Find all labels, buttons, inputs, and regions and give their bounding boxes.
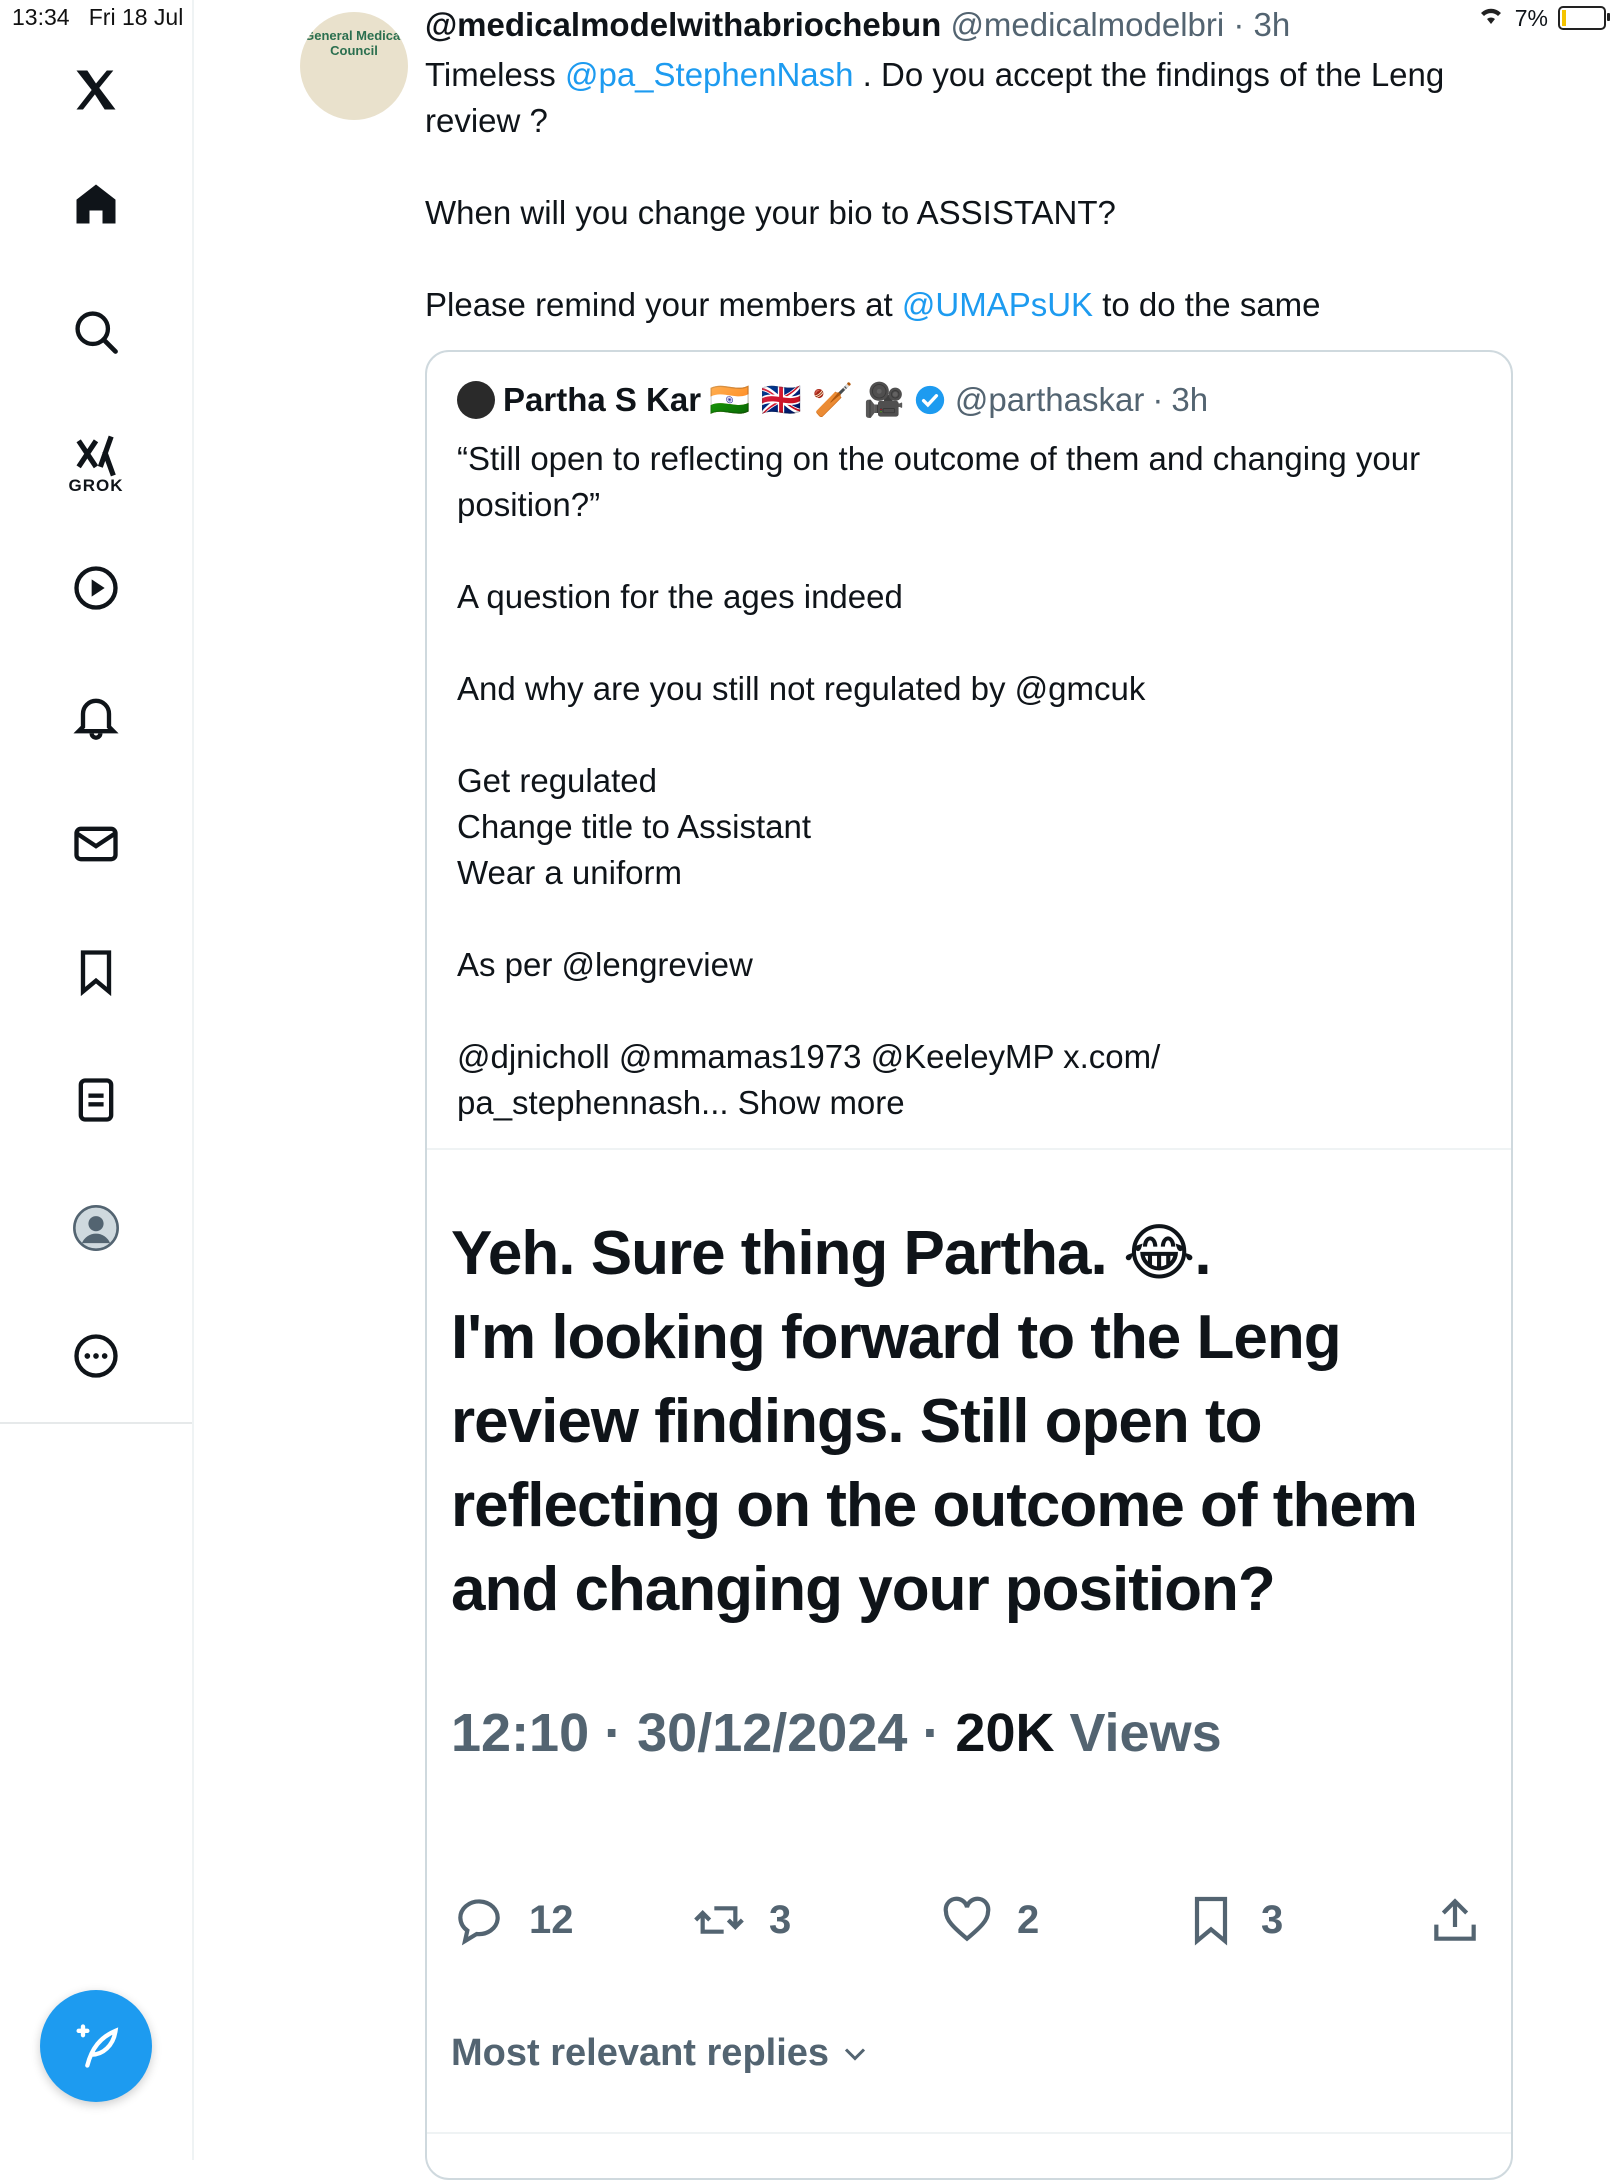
tweet-text-segment: to do the same — [1093, 286, 1321, 323]
share-button[interactable] — [1427, 1892, 1483, 1948]
timestamp-time: 12:10 — [451, 1703, 590, 1763]
reply-icon — [458, 1899, 500, 1946]
sidebar: GROK — [0, 0, 194, 2160]
quote-text: “Still open to reflecting on the outcome… — [457, 436, 1477, 1126]
sidebar-divider — [0, 1422, 192, 1424]
sort-label: Most relevant replies — [451, 2032, 830, 2074]
messages-icon[interactable] — [40, 788, 152, 900]
wifi-icon — [1477, 4, 1505, 32]
grok-label: GROK — [68, 476, 124, 495]
timestamp-date: 30/12/2024 — [637, 1703, 908, 1763]
like-button[interactable]: 2 — [939, 1892, 1039, 1948]
author-avatar[interactable]: General Medical Council — [300, 12, 408, 120]
quote-author-handle[interactable]: @parthaskar — [955, 381, 1144, 419]
quote-avatar[interactable] — [457, 381, 495, 419]
x-logo-icon[interactable] — [40, 34, 152, 146]
lists-icon[interactable] — [40, 1044, 152, 1156]
status-icons: 7% — [1477, 4, 1610, 32]
quote-name-emojis: 🇮🇳 🇬🇧 🏏 🎥 — [709, 380, 905, 419]
quote-time: 3h — [1171, 381, 1209, 418]
tweet-timestamp: 12:10 · 30/12/2024 · 20K Views — [451, 1703, 1222, 1763]
video-icon[interactable] — [40, 532, 152, 644]
quote-line: “Still open to reflecting on the outcome… — [457, 440, 1421, 523]
battery-percent: 7% — [1514, 4, 1548, 31]
profile-avatar-icon[interactable] — [40, 1172, 152, 1284]
focused-tweet-line: Yeh. Sure thing Partha. 😂. — [451, 1219, 1212, 1288]
like-count: 2 — [1017, 1897, 1040, 1942]
quote-line: Wear a uniform — [457, 854, 682, 891]
tweet-header: @medicalmodelwithabriochebun @medicalmod… — [425, 6, 1291, 43]
notifications-icon[interactable] — [40, 660, 152, 772]
quote-line: And why are you still not regulated by @… — [457, 670, 1146, 707]
quote-show-more[interactable]: pa_stephennash... Show more — [457, 1080, 1477, 1126]
bookmarks-icon[interactable] — [40, 916, 152, 1028]
tweet-text: Timeless @pa_StephenNash . Do you accept… — [425, 52, 1485, 328]
focused-tweet-text: Yeh. Sure thing Partha. 😂. I'm looking f… — [451, 1212, 1491, 1632]
author-handle[interactable]: @medicalmodelbri — [950, 6, 1224, 43]
bookmark-icon — [1194, 1896, 1228, 1946]
quote-line: @djnicholl @mmamas1973 @KeeleyMP x.com/ — [457, 1038, 1161, 1075]
more-icon[interactable] — [40, 1300, 152, 1412]
bookmark-count: 3 — [1261, 1897, 1284, 1942]
battery-icon — [1558, 6, 1610, 30]
quote-divider — [427, 1148, 1511, 1150]
compose-button[interactable] — [40, 1990, 152, 2102]
mention-link[interactable]: @pa_StephenNash — [565, 56, 854, 93]
repost-count: 3 — [769, 1897, 792, 1942]
quote-author-name[interactable]: Partha S Kar — [503, 381, 701, 419]
repost-icon — [694, 1906, 744, 1934]
quote-header: Partha S Kar 🇮🇳 🇬🇧 🏏 🎥 @parthaskar · 3h — [457, 380, 1208, 420]
views-count: 20K — [955, 1703, 1055, 1763]
quote-line: Change title to Assistant — [457, 808, 812, 845]
quote-line: A question for the ages indeed — [457, 578, 903, 615]
quote-line: Get regulated — [457, 762, 657, 799]
replies-divider — [427, 2132, 1511, 2134]
replies-sort-dropdown[interactable]: Most relevant replies — [451, 2032, 873, 2075]
focused-tweet-line: I'm looking forward to the Leng review f… — [451, 1303, 1418, 1624]
author-name[interactable]: @medicalmodelwithabriochebun — [425, 6, 941, 43]
tweet-text-segment: Please remind your members at — [425, 286, 902, 323]
heart-icon — [943, 1896, 991, 1942]
home-icon[interactable] — [40, 148, 152, 260]
views-label: Views — [1069, 1703, 1222, 1763]
quoted-tweet-card[interactable]: Partha S Kar 🇮🇳 🇬🇧 🏏 🎥 @parthaskar · 3h … — [425, 350, 1513, 2180]
reply-count: 12 — [529, 1897, 574, 1942]
quote-line: As per @lengreview — [457, 946, 753, 983]
tweet-actions: 12 3 2 3 — [427, 1892, 1511, 1972]
tweet-text-segment: Timeless — [425, 56, 565, 93]
share-icon — [1434, 1898, 1476, 1941]
chevron-down-icon — [844, 2047, 866, 2061]
tweet-paragraph: When will you change your bio to ASSISTA… — [425, 194, 1116, 231]
tweet-time: 3h — [1253, 6, 1291, 43]
compose-feather-icon — [76, 2024, 119, 2068]
avatar-logo-text: General Medical Council — [304, 28, 404, 58]
search-icon[interactable] — [40, 276, 152, 388]
repost-button[interactable]: 3 — [691, 1892, 791, 1948]
mention-link[interactable]: @UMAPsUK — [902, 286, 1093, 323]
bookmark-button[interactable]: 3 — [1183, 1892, 1283, 1948]
verified-badge-icon — [915, 385, 945, 415]
reply-button[interactable]: 12 — [451, 1892, 574, 1948]
